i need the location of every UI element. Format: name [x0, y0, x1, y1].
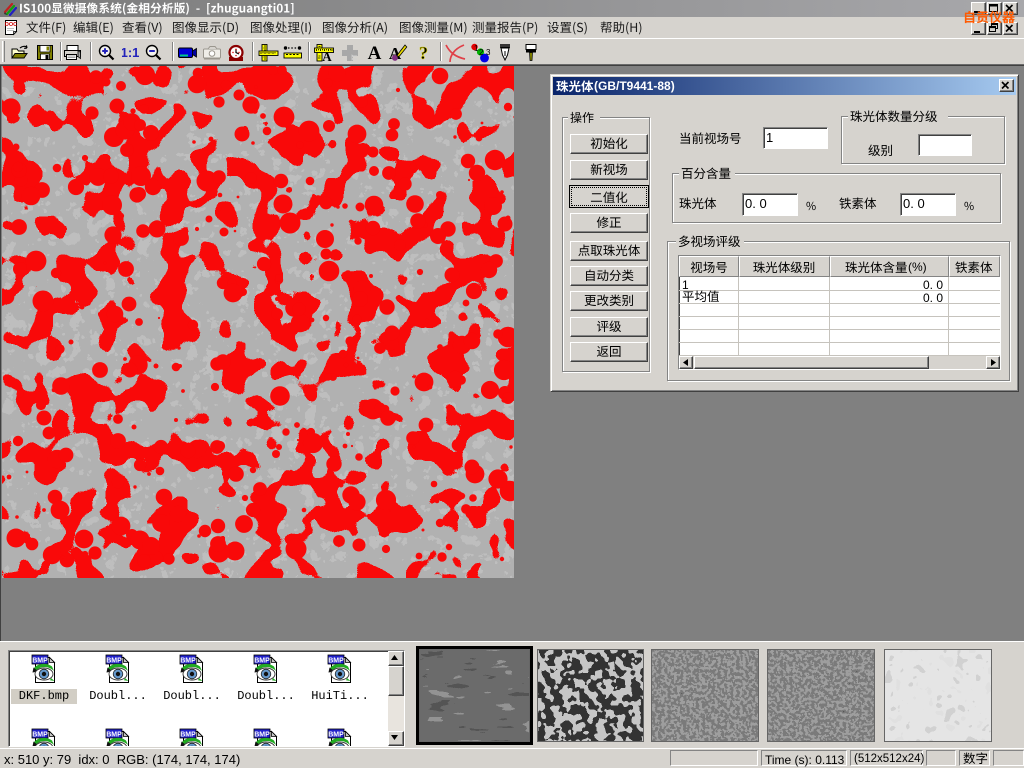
svg-text:BMP: BMP	[254, 732, 270, 739]
svg-text:BMP: BMP	[32, 658, 48, 665]
svg-text:?: ?	[419, 43, 428, 62]
svg-text:BMP: BMP	[106, 658, 122, 665]
svg-text:A: A	[322, 49, 332, 62]
svg-text:2: 2	[479, 48, 484, 57]
svg-text:BMP: BMP	[180, 732, 196, 739]
svg-text:BMP: BMP	[180, 658, 196, 665]
svg-text:A: A	[368, 43, 382, 62]
svg-text:BMP: BMP	[106, 732, 122, 739]
svg-text:BMP: BMP	[328, 732, 344, 739]
svg-text:3: 3	[486, 48, 491, 57]
svg-text:BMP: BMP	[32, 732, 48, 739]
svg-text:BMP: BMP	[328, 658, 344, 665]
svg-text:DOC: DOC	[5, 22, 17, 28]
svg-text:1:1: 1:1	[122, 45, 139, 60]
svg-text:BMP: BMP	[254, 658, 270, 665]
